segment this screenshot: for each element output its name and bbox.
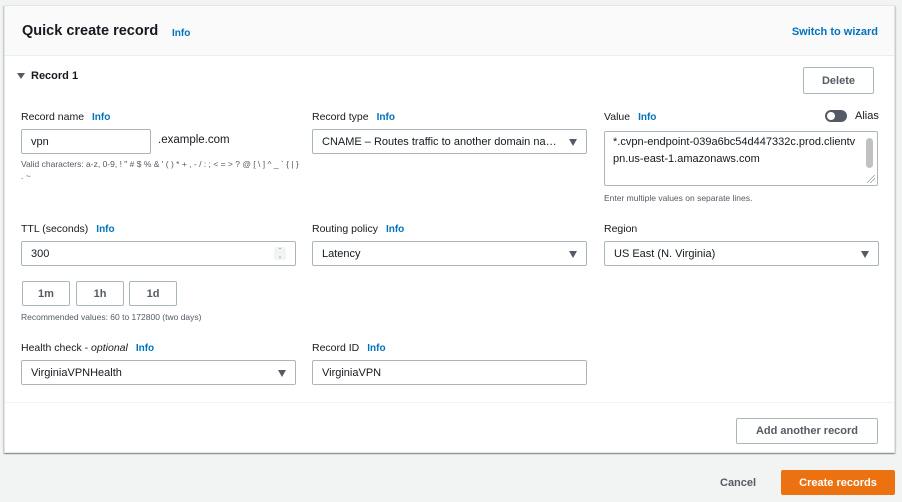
region-selected: US East (N. Virginia) (614, 247, 716, 260)
number-stepper-icon[interactable]: ⌃ ⌄ (274, 247, 286, 260)
record-name-info-link[interactable]: Info (92, 112, 110, 123)
record-id-info-link[interactable]: Info (367, 343, 385, 354)
region-select[interactable]: US East (N. Virginia) (604, 241, 879, 266)
cancel-button[interactable]: Cancel (720, 477, 756, 489)
value-info-link[interactable]: Info (638, 112, 656, 123)
ttl-info-link[interactable]: Info (96, 224, 114, 235)
switch-to-wizard-link[interactable]: Switch to wizard (792, 26, 878, 38)
health-check-label-text: Health check - optional (21, 342, 128, 354)
optional-tag: optional (91, 342, 128, 354)
value-text: *.cvpn-endpoint-039a6bc54d447332c.prod.c… (613, 136, 856, 165)
caret-down-icon (861, 251, 869, 258)
record-type-label: Record type Info (312, 111, 395, 123)
record-id-value: VirginiaVPN (322, 366, 382, 379)
domain-suffix: .example.com (158, 134, 230, 146)
value-hint: Enter multiple values on separate lines. (604, 193, 753, 203)
record-1-expander[interactable]: Record 1 (17, 70, 78, 82)
region-label: Region (604, 223, 637, 235)
record-name-hint: Valid characters: a-z, 0-9, ! " # $ % & … (21, 159, 299, 181)
ttl-preset-1h-button[interactable]: 1h (76, 281, 124, 306)
routing-policy-info-link[interactable]: Info (386, 224, 404, 235)
section-divider (5, 402, 894, 403)
ttl-label: TTL (seconds) Info (21, 223, 115, 235)
health-check-label-main: Health check - (21, 342, 89, 354)
routing-policy-select[interactable]: Latency (312, 241, 587, 266)
title-info-link[interactable]: Info (172, 28, 190, 39)
caret-down-icon (569, 139, 577, 146)
value-label: Value Info (604, 111, 656, 123)
resize-handle-icon[interactable] (867, 175, 875, 183)
record-id-input[interactable]: VirginiaVPN (312, 360, 587, 385)
ttl-hint: Recommended values: 60 to 172800 (two da… (21, 312, 202, 322)
value-textarea[interactable]: *.cvpn-endpoint-039a6bc54d447332c.prod.c… (604, 131, 878, 186)
health-check-info-link[interactable]: Info (136, 343, 154, 354)
routing-policy-label-text: Routing policy (312, 223, 378, 235)
alias-label: Alias (855, 110, 879, 122)
quick-create-record-panel: Quick create record Info Switch to wizar… (4, 5, 895, 453)
routing-policy-label: Routing policy Info (312, 223, 404, 235)
record-type-select[interactable]: CNAME – Routes traffic to another domain… (312, 129, 587, 154)
ttl-input[interactable]: 300 ⌃ ⌄ (21, 241, 296, 266)
record-name-label: Record name Info (21, 111, 110, 123)
ttl-preset-1m-button[interactable]: 1m (22, 281, 70, 306)
caret-down-icon (569, 251, 577, 258)
ttl-preset-1d-button[interactable]: 1d (129, 281, 177, 306)
caret-down-icon (278, 370, 286, 377)
alias-toggle[interactable]: Alias (825, 110, 879, 122)
region-label-text: Region (604, 223, 638, 235)
health-check-selected: VirginiaVPNHealth (31, 366, 122, 379)
delete-record-button[interactable]: Delete (803, 67, 874, 94)
record-type-selected: CNAME – Routes traffic to another domain… (322, 135, 562, 148)
record-name-input[interactable]: vpn (21, 129, 151, 154)
caret-down-icon (17, 73, 25, 79)
record-id-label-text: Record ID (312, 342, 360, 354)
panel-header: Quick create record Info Switch to wizar… (5, 6, 894, 56)
ttl-value: 300 (31, 247, 50, 260)
add-another-record-button[interactable]: Add another record (736, 418, 878, 444)
record-name-label-text: Record name (21, 111, 85, 123)
value-label-text: Value (604, 111, 631, 123)
ttl-label-text: TTL (seconds) (21, 223, 89, 235)
health-check-label: Health check - optional Info (21, 342, 154, 354)
toggle-switch-icon[interactable] (825, 110, 847, 122)
create-records-button[interactable]: Create records (781, 470, 895, 495)
record-id-label: Record ID Info (312, 342, 386, 354)
record-type-info-link[interactable]: Info (377, 112, 395, 123)
health-check-select[interactable]: VirginiaVPNHealth (21, 360, 296, 385)
routing-policy-selected: Latency (322, 247, 361, 260)
record-name-value: vpn (31, 135, 49, 148)
page-title: Quick create record (22, 23, 159, 39)
record-type-label-text: Record type (312, 111, 369, 123)
record-title: Record 1 (31, 70, 79, 82)
scrollbar[interactable] (866, 138, 873, 168)
